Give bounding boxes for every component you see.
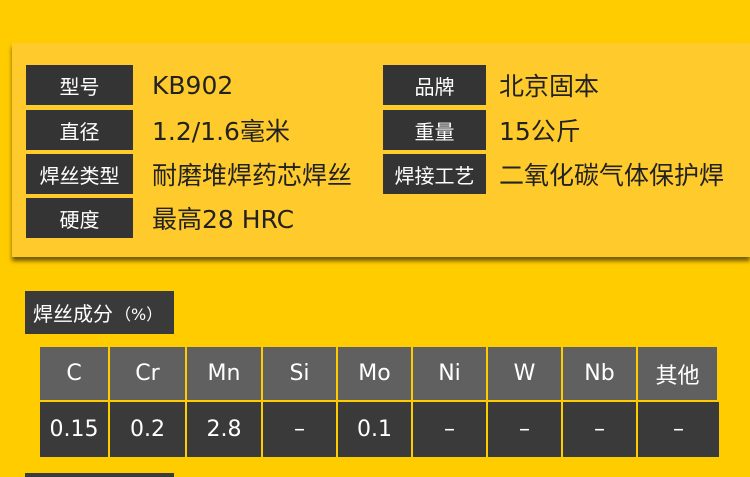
spec-value-brand: 北京固本 <box>499 72 600 101</box>
composition-title: 焊丝成分 （%） <box>25 291 174 334</box>
spec-value-diameter: 1.2/1.6毫米 <box>152 117 290 146</box>
spec-value-wire-type: 耐磨堆焊药芯焊丝 <box>152 161 353 190</box>
spec-value-model: KB902 <box>152 70 234 100</box>
table-cell: 0.2 <box>110 402 187 457</box>
table-cell: 0.15 <box>40 402 110 457</box>
table-header: Mn <box>187 347 263 400</box>
table-cell: 0.1 <box>338 402 413 457</box>
spec-label-process: 焊接工艺 <box>383 154 486 194</box>
spec-label-weight: 重量 <box>383 110 486 150</box>
table-header: Ni <box>413 347 488 400</box>
spec-label-brand: 品牌 <box>383 65 486 105</box>
table-header: Nb <box>563 347 638 400</box>
spec-label-model: 型号 <box>26 65 133 105</box>
spec-label-hardness: 硬度 <box>26 198 133 238</box>
spec-value-weight: 15公斤 <box>499 117 581 146</box>
spec-value-hardness: 最高28 HRC <box>152 205 295 234</box>
table-cell: – <box>413 402 488 457</box>
spec-card: 型号 KB902 品牌 北京固本 直径 1.2/1.6毫米 重量 15公斤 焊丝… <box>12 43 750 257</box>
table-header: 其他 <box>638 347 719 400</box>
spec-label-wire-type: 焊丝类型 <box>26 154 133 194</box>
table-cell: – <box>263 402 338 457</box>
table-header: Mo <box>338 347 413 400</box>
table-header: W <box>488 347 563 400</box>
table-cell: – <box>488 402 563 457</box>
next-section-bar <box>25 473 174 477</box>
table-cell: 2.8 <box>187 402 263 457</box>
table-cell: – <box>563 402 638 457</box>
composition-title-text: 焊丝成分 <box>33 302 113 326</box>
table-header: Si <box>263 347 338 400</box>
table-header: C <box>40 347 110 400</box>
spec-value-process: 二氧化碳气体保护焊 <box>499 161 725 190</box>
composition-unit: （%） <box>115 304 163 324</box>
table-cell: – <box>638 402 719 457</box>
spec-label-diameter: 直径 <box>26 110 133 150</box>
table-header: Cr <box>110 347 187 400</box>
composition-table: C Cr Mn Si Mo Ni W Nb 其他 0.15 0.2 2.8 – … <box>40 347 719 457</box>
